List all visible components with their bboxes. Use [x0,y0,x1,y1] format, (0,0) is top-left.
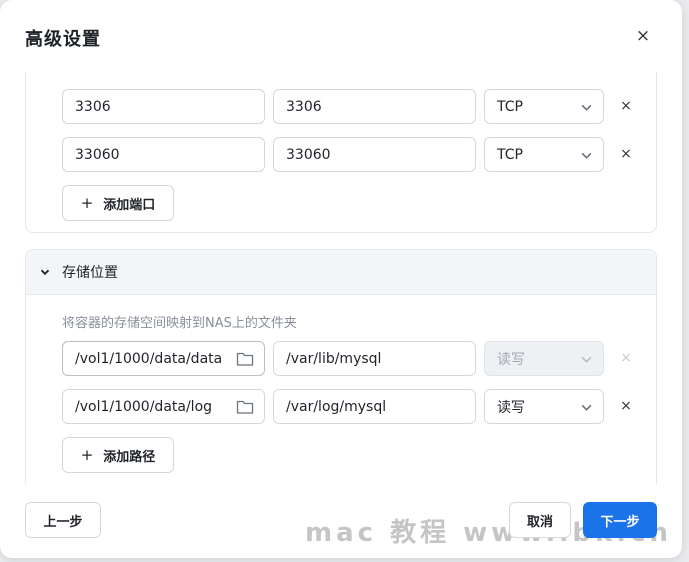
protocol-value: TCP [497,98,523,115]
mode-select[interactable]: 读写 [484,389,604,424]
protocol-select[interactable]: TCP [484,89,604,124]
previous-step-button[interactable]: 上一步 [25,502,101,538]
remove-path-icon: × [620,350,632,366]
remove-port-icon[interactable]: × [618,146,634,162]
protocol-select[interactable]: TCP [484,137,604,172]
mode-value: 读写 [497,399,525,416]
folder-icon[interactable] [236,399,254,415]
add-path-button[interactable]: + 添加路径 [62,437,174,473]
close-icon[interactable]: × [633,26,653,46]
host-path-input[interactable]: /vol1/1000/data/data [62,341,265,376]
container-port-input[interactable]: 33060 [273,137,476,172]
container-port-input[interactable]: 3306 [273,89,476,124]
container-path-input[interactable]: /var/lib/mysql [273,341,476,376]
container-port-value: 33060 [286,146,331,163]
plus-icon: + [80,194,94,212]
cancel-button[interactable]: 取消 [509,502,571,538]
storage-panel: 存储位置 将容器的存储空间映射到NAS上的文件夹 /vol1/1000/data… [25,249,657,484]
mode-select: 读写 [484,341,604,376]
host-path-value: /vol1/1000/data/log [75,398,213,415]
chevron-down-icon [581,104,592,111]
add-port-label: 添加端口 [103,197,156,213]
dialog-title: 高级设置 [25,29,101,50]
add-path-label: 添加路径 [103,449,156,465]
chevron-down-icon [581,404,592,411]
next-step-button[interactable]: 下一步 [583,502,657,538]
host-path-input[interactable]: /vol1/1000/data/log [62,389,265,424]
host-port-value: 33060 [75,146,120,163]
host-port-input[interactable]: 33060 [62,137,265,172]
host-port-value: 3306 [75,98,111,115]
host-path-value: /vol1/1000/data/data [75,350,223,367]
add-port-button[interactable]: + 添加端口 [62,185,174,221]
storage-description: 将容器的存储空间映射到NAS上的文件夹 [62,316,297,331]
remove-path-icon[interactable]: × [618,398,634,414]
container-path-value: /var/lib/mysql [286,350,382,367]
settings-scroll-area[interactable]: 3306 3306 TCP × 33060 33060 TCP × + 添加端口… [0,72,682,484]
storage-panel-title: 存储位置 [62,265,118,281]
folder-icon[interactable] [236,351,254,367]
mode-value: 读写 [497,351,525,368]
protocol-value: TCP [497,146,523,163]
container-port-value: 3306 [286,98,322,115]
container-path-input[interactable]: /var/log/mysql [273,389,476,424]
advanced-settings-dialog: 高级设置 × 3306 3306 TCP × 33060 33060 TCP ×… [0,0,682,558]
container-path-value: /var/log/mysql [286,398,387,415]
chevron-down-icon [40,269,50,276]
remove-port-icon[interactable]: × [618,98,634,114]
ports-panel: 3306 3306 TCP × 33060 33060 TCP × + 添加端口 [25,72,657,233]
host-port-input[interactable]: 3306 [62,89,265,124]
chevron-down-icon [581,152,592,159]
storage-panel-header[interactable]: 存储位置 [26,250,656,295]
chevron-down-icon [581,356,592,363]
plus-icon: + [80,446,94,464]
